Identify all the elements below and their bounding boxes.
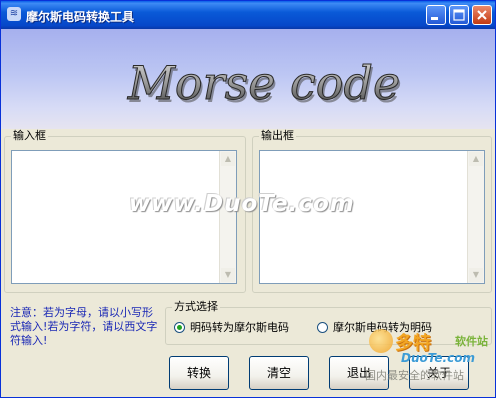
- radio-plain-to-morse[interactable]: 明码转为摩尔斯电码: [174, 319, 289, 335]
- brand-logo-icon: [369, 329, 393, 353]
- mode-label: 方式选择: [172, 300, 220, 314]
- scroll-down-icon[interactable]: ▼: [221, 268, 235, 282]
- site-watermark: www.DuoTe.com: [129, 191, 355, 217]
- brand-slogan: 国内最安全的软件站: [365, 369, 464, 382]
- convert-button[interactable]: 转换: [169, 356, 229, 390]
- scroll-up-icon[interactable]: ▲: [469, 152, 483, 166]
- brand-site: DuoTe.com: [401, 351, 475, 365]
- maximize-button[interactable]: [449, 5, 469, 25]
- output-label: 输出框: [259, 129, 296, 143]
- morse-code-logo: Morse code Morse code: [126, 56, 402, 114]
- input-label: 输入框: [11, 129, 48, 143]
- brand-tag: 软件站: [455, 335, 488, 348]
- input-textarea[interactable]: ▲ ▼: [11, 150, 237, 284]
- app-window: ≋ 摩尔斯电码转换工具 Morse code Morse code 输入框 ▲ …: [0, 0, 496, 398]
- radio-label: 明码转为摩尔斯电码: [190, 321, 289, 334]
- title-bar[interactable]: ≋ 摩尔斯电码转换工具: [1, 1, 495, 29]
- duote-brand-watermark: 多特 软件站 DuoTe.com 国内最安全的软件站: [365, 323, 495, 383]
- input-scrollbar[interactable]: ▲ ▼: [219, 151, 236, 283]
- window-title: 摩尔斯电码转换工具: [26, 10, 135, 24]
- minimize-button[interactable]: [426, 5, 446, 25]
- close-icon: [477, 10, 487, 20]
- clear-button[interactable]: 清空: [249, 356, 309, 390]
- minimize-icon: [431, 17, 438, 20]
- app-icon[interactable]: ≋: [7, 7, 21, 21]
- logo-text: Morse code: [127, 56, 400, 110]
- output-scrollbar[interactable]: ▲ ▼: [467, 151, 484, 283]
- close-button[interactable]: [472, 5, 492, 25]
- scroll-up-icon[interactable]: ▲: [221, 152, 235, 166]
- output-textarea[interactable]: ▲ ▼: [259, 150, 485, 284]
- maximize-icon: [453, 9, 465, 21]
- input-note: 注意：若为字母，请以小写形式输入!若为字符，请以西文字符输入!: [10, 306, 158, 347]
- scroll-down-icon[interactable]: ▼: [469, 268, 483, 282]
- radio-unselected-icon[interactable]: [317, 321, 328, 333]
- header-banner: Morse code Morse code: [1, 29, 495, 129]
- radio-selected-icon[interactable]: [174, 321, 185, 333]
